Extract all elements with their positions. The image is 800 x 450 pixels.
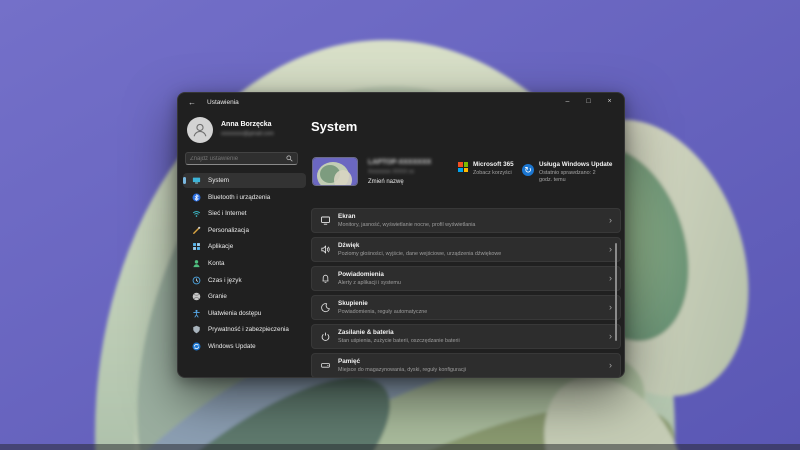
page-title: System [311,119,358,134]
setting-title: Powiadomienia [338,271,384,279]
chevron-right-icon: › [609,302,612,312]
sidebar-item-label: Czas i język [208,276,242,284]
titlebar: ← Ustawienia – □ × [178,93,624,111]
notifications-icon [312,273,338,284]
setting-subtitle: Miejsce do magazynowania, dyski, reguły … [338,366,466,373]
close-button[interactable]: × [599,94,620,108]
window-title: Ustawienia [207,98,239,106]
sidebar-item-label: Ułatwienia dostępu [208,309,262,317]
settings-row-display[interactable]: Ekran Monitory, jasność, wyświetlanie no… [311,208,621,233]
sidebar-item-label: System [208,177,229,184]
sidebar-item-apps[interactable]: Aplikacje [183,239,306,254]
microsoft-365-block[interactable]: Microsoft 365 Zobacz korzyści [458,161,514,176]
rename-device-link[interactable]: Zmień nazwę [368,179,404,185]
network-icon [192,209,201,218]
setting-title: Zasilanie & bateria [338,329,394,337]
microsoft-365-subtitle: Zobacz korzyści [473,170,512,176]
settings-row-storage[interactable]: Pamięć Miejsce do magazynowania, dyski, … [311,353,621,377]
setting-title: Dźwięk [338,242,360,250]
windows-update-status: Ostatnio sprawdzano: 2 godz. temu [539,170,596,184]
update-icon: ↻ [522,164,534,176]
sidebar-item-network[interactable]: Sieć i Internet [183,206,306,221]
settings-row-power[interactable]: Zasilanie & bateria Stan uśpienia, zużyc… [311,324,621,349]
chevron-right-icon: › [609,244,612,254]
setting-subtitle: Alerty z aplikacji i systemu [338,279,401,286]
selected-indicator [183,176,186,185]
settings-window: ← Ustawienia – □ × Anna Borzęcka xxxxxxx… [177,92,625,378]
search-input[interactable] [186,155,286,162]
accessibility-icon [192,309,201,318]
gaming-icon [192,292,201,301]
privacy-icon [192,325,201,334]
sidebar-item-time-language[interactable]: Czas i język [183,273,306,288]
setting-subtitle: Monitory, jasność, wyświetlanie nocne, p… [338,221,476,228]
bluetooth-icon [192,193,201,202]
windows-update-title: Usługa Windows Update [539,161,613,168]
sidebar-item-system[interactable]: System [183,173,306,188]
sidebar-item-privacy[interactable]: Prywatność i zabezpieczenia [183,322,306,337]
sidebar: Anna Borzęcka xxxxxxxx@gmail.com System … [178,111,311,377]
setting-title: Ekran [338,213,356,221]
chevron-right-icon: › [609,273,612,283]
main-pane: System LAPTOP-XXXXXXX Xxxxxxxx XXXX xx Z… [311,111,624,377]
windows-update-icon [192,342,201,351]
sidebar-item-label: Prywatność i zabezpieczenia [208,326,289,334]
sidebar-item-accessibility[interactable]: Ułatwienia dostępu [183,306,306,321]
user-email: xxxxxxxx@gmail.com [221,131,274,137]
device-name: LAPTOP-XXXXXXX [368,159,432,166]
windows-update-block[interactable]: ↻ Usługa Windows Update Ostatnio sprawdz… [522,161,612,184]
apps-icon [192,242,201,251]
setting-title: Skupienie [338,300,368,308]
sidebar-item-label: Sieć i Internet [208,210,247,218]
sidebar-item-label: Aplikacje [208,243,234,251]
sidebar-item-accounts[interactable]: Konta [183,256,306,271]
window-caption-buttons: – □ × [557,94,620,108]
device-thumbnail [312,157,358,186]
sidebar-item-personalization[interactable]: Personalizacja [183,223,306,238]
sidebar-item-gaming[interactable]: Granie [183,289,306,304]
device-model: Xxxxxxxx XXXX xx [368,169,415,175]
display-icon [312,215,338,226]
time-language-icon [192,276,201,285]
accounts-icon [192,259,201,268]
settings-row-sound[interactable]: Dźwięk Poziomy głośności, wyjście, dane … [311,237,621,262]
chevron-right-icon: › [609,331,612,341]
back-button[interactable]: ← [183,95,201,109]
minimize-button[interactable]: – [557,94,578,108]
person-icon [193,123,207,137]
power-icon [312,331,338,342]
setting-subtitle: Poziomy głośności, wyjście, dane wejścio… [338,250,502,257]
microsoft-logo-icon [458,162,468,172]
settings-row-notifications[interactable]: Powiadomienia Alerty z aplikacji i syste… [311,266,621,291]
sidebar-item-label: Windows Update [208,342,256,350]
setting-title: Pamięć [338,358,361,366]
settings-row-focus[interactable]: Skupienie Powiadomienia, reguły automaty… [311,295,621,320]
chevron-right-icon: › [609,215,612,225]
sound-icon [312,244,338,255]
setting-subtitle: Powiadomienia, reguły automatyczne [338,308,428,315]
search-icon [286,155,293,162]
sidebar-item-label: Granie [208,293,227,301]
user-name[interactable]: Anna Borzęcka [221,121,272,128]
chevron-right-icon: › [609,360,612,370]
avatar[interactable] [187,117,213,143]
sidebar-item-label: Bluetooth i urządzenia [208,193,271,201]
sidebar-nav: System Bluetooth i urządzenia Sieć i Int… [183,173,306,356]
sidebar-item-label: Konta [208,259,225,267]
setting-subtitle: Stan uśpienia, zużycie baterii, oszczędz… [338,337,460,344]
personalization-icon [192,226,201,235]
sidebar-item-label: Personalizacja [208,226,249,234]
scrollbar-thumb[interactable] [614,243,617,341]
maximize-button[interactable]: □ [578,94,599,108]
search-box[interactable] [185,152,298,165]
focus-moon-icon [312,302,338,313]
system-icon [192,176,201,185]
sidebar-item-windows-update[interactable]: Windows Update [183,339,306,354]
sidebar-item-bluetooth[interactable]: Bluetooth i urządzenia [183,190,306,205]
microsoft-365-title: Microsoft 365 [473,161,514,168]
storage-icon [312,360,338,371]
